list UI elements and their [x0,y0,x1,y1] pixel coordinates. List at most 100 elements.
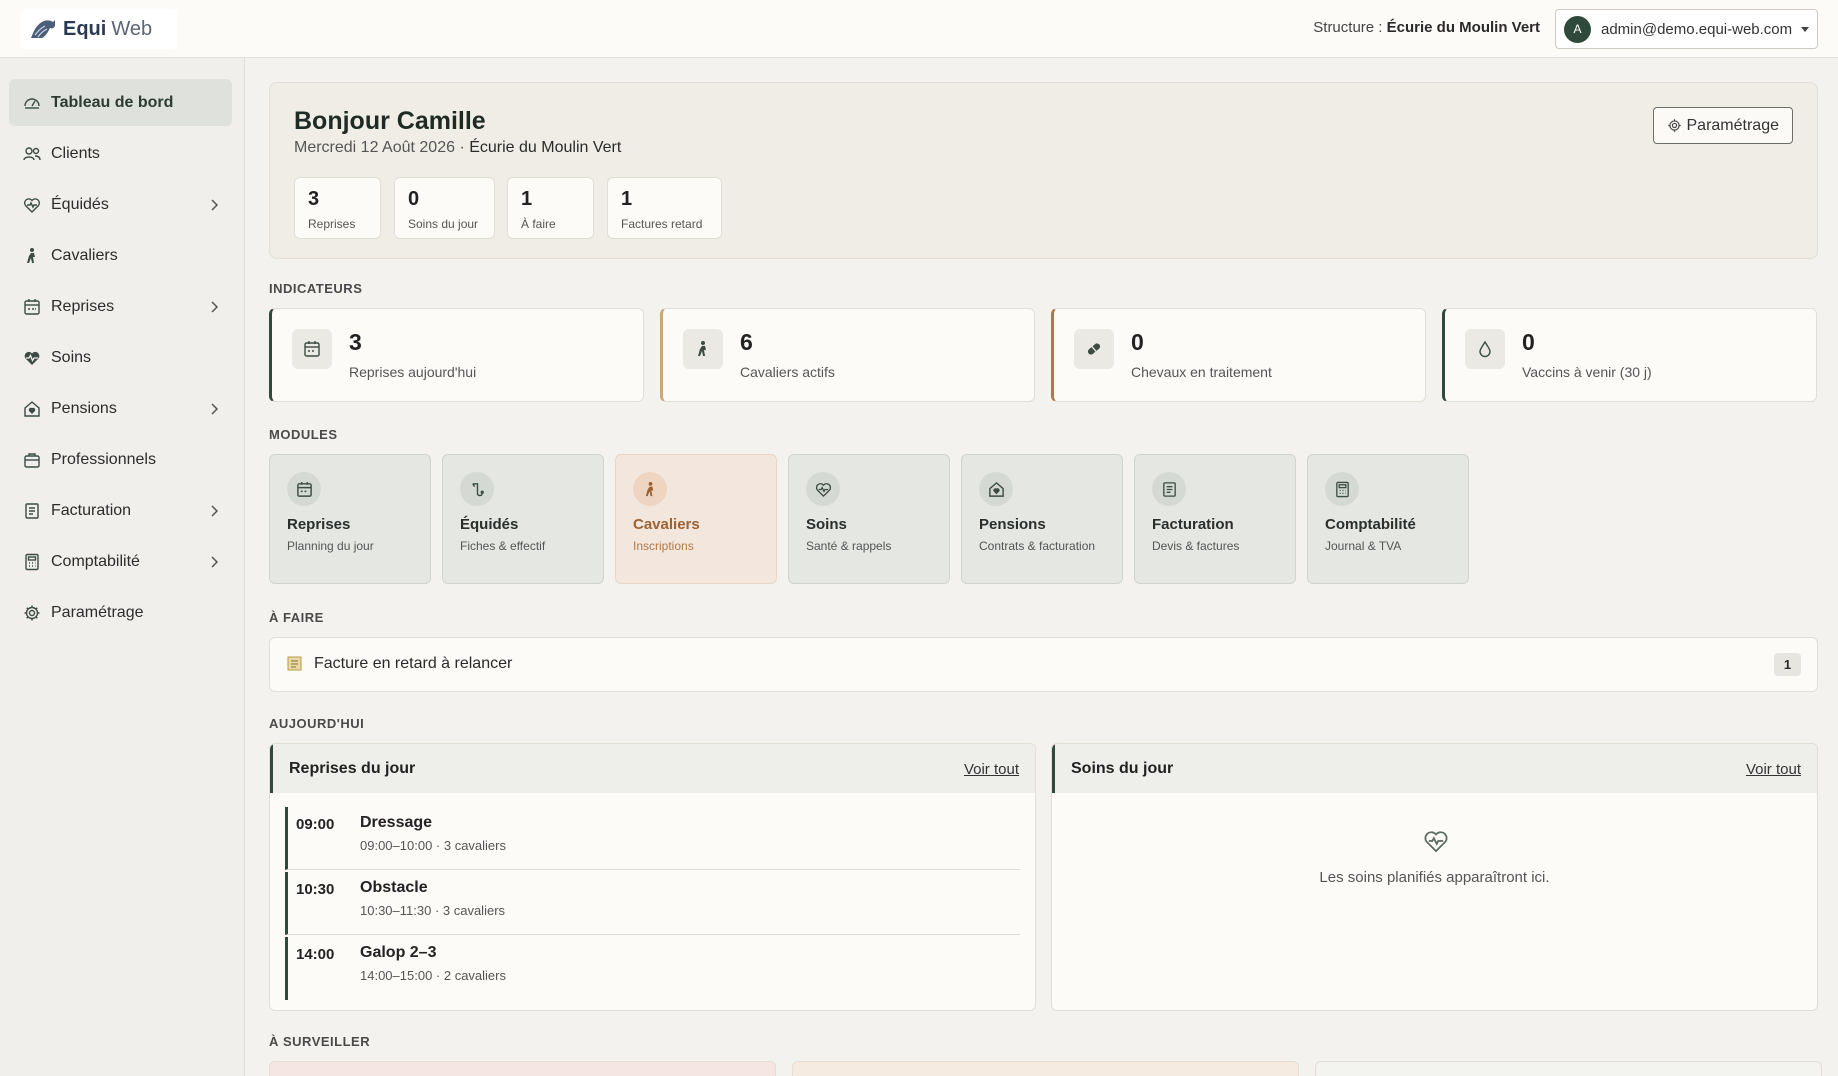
horse-icon [471,482,484,496]
kpi-label: Vaccins à venir (30 j) [1522,364,1652,380]
chevron-right-icon [211,301,219,313]
account-email: admin@demo.equi-web.com [1601,20,1793,38]
kpi-value: 6 [740,329,753,355]
sidebar-item-parametrage[interactable]: Paramétrage [9,589,232,636]
todo-item[interactable]: Facture en retard à relancer 1 [269,637,1818,692]
panel-header: Soins du jour Voir tout [1052,744,1817,793]
house-heart-icon [24,400,40,417]
module-subtitle: Inscriptions [633,539,694,553]
page-title: Bonjour Camille [294,107,486,135]
sidebar-item-cavaliers[interactable]: Cavaliers [9,232,232,279]
chevron-down-icon [1801,27,1809,32]
calendar-icon [296,481,312,497]
module-reprises[interactable]: Reprises Planning du jour [269,454,431,584]
avatar: A [1564,15,1591,43]
sidebar-item-label: Pensions [51,399,117,417]
chevron-right-icon [211,199,219,211]
module-title: Comptabilité [1325,516,1416,533]
see-all-sessions-link[interactable]: Voir tout [964,761,1019,778]
module-title: Équidés [460,516,519,533]
invoice-icon [25,502,39,519]
sidebar-item-reprises[interactable]: Reprises [9,283,232,330]
users-icon [23,146,41,160]
module-subtitle: Fiches & effectif [460,539,546,553]
watch-card[interactable] [1315,1061,1822,1076]
horse-logo-icon [31,20,55,38]
kpi-reprises[interactable]: 3 Reprises aujourd'hui [269,308,644,402]
panel-header: Reprises du jour Voir tout [270,744,1035,793]
sidebar-item-comptabilite[interactable]: Comptabilité [9,538,232,585]
module-comptabilite[interactable]: Comptabilité Journal & TVA [1307,454,1469,584]
stat-a-faire[interactable]: 1 À faire [507,177,594,239]
kpi-icon [683,329,723,369]
welcome-structure: Écurie du Moulin Vert [469,139,622,156]
session-name: Galop 2–3 [360,944,437,961]
welcome-subtitle: Mercredi 12 Août 2026 · Écurie du Moulin… [294,139,621,157]
session-row[interactable]: 10:30 Obstacle 10:30–11:30 · 3 cavaliers [285,872,1020,935]
watch-title: À surveiller [269,1034,371,1049]
sidebar-item-label: Paramétrage [51,603,144,621]
see-all-care-link[interactable]: Voir tout [1746,761,1801,778]
settings-button-label: Paramétrage [1686,116,1780,134]
welcome-card: Bonjour Camille Mercredi 12 Août 2026 · … [269,82,1818,259]
calendar-icon [304,341,320,357]
stat-value: 1 [621,188,633,210]
sidebar-item-clients[interactable]: Clients [9,130,232,177]
stat-value: 3 [308,188,320,210]
module-title: Soins [806,516,847,533]
drop-icon [1479,340,1491,358]
module-subtitle: Planning du jour [287,539,374,553]
module-soins[interactable]: Soins Santé & rappels [788,454,950,584]
sidebar-item-professionnels[interactable]: Professionnels [9,436,232,483]
module-title: Cavaliers [633,516,700,533]
kpi-cavaliers[interactable]: 6 Cavaliers actifs [660,308,1035,402]
stat-label: À faire [521,217,556,231]
session-name: Dressage [360,814,433,831]
todo-label: Facture en retard à relancer [314,655,513,672]
stat-reprises[interactable]: 3 Reprises [294,177,381,239]
kpi-traitement[interactable]: 0 Chevaux en traitement [1051,308,1426,402]
kpi-icon [1465,329,1505,369]
sidebar-item-pensions[interactable]: Pensions [9,385,232,432]
sidebar-item-label: Comptabilité [51,552,140,570]
structure-name: Écurie du Moulin Vert [1386,19,1540,36]
session-time: 14:00 [296,946,335,963]
session-time: 09:00 [296,816,335,833]
care-panel: Soins du jour Voir tout Les soins planif… [1051,743,1818,1011]
module-icon [979,472,1013,506]
dashboard-icon [24,97,40,109]
watch-card[interactable] [269,1061,776,1076]
module-icon [460,472,494,506]
session-row[interactable]: 09:00 Dressage 09:00–10:00 · 3 cavaliers [285,807,1020,870]
settings-button[interactable]: Paramétrage [1652,107,1793,144]
watch-card[interactable] [792,1061,1299,1076]
module-facturation[interactable]: Facturation Devis & factures [1134,454,1296,584]
module-cavaliers[interactable]: Cavaliers Inscriptions [615,454,777,584]
todo-title: À faire [269,610,324,625]
stat-label: Factures retard [621,217,703,231]
structure-label: Structure : [1313,19,1383,36]
main-content: Bonjour Camille Mercredi 12 Août 2026 · … [245,58,1838,1076]
kpi-value: 0 [1131,329,1144,355]
account-menu[interactable]: A admin@demo.equi-web.com [1555,9,1818,49]
sidebar-item-label: Équidés [51,195,109,213]
stat-factures-retard[interactable]: 1 Factures retard [607,177,722,239]
session-row[interactable]: 14:00 Galop 2–3 14:00–15:00 · 2 cavalier… [285,937,1020,1000]
sidebar-item-label: Cavaliers [51,246,118,264]
sidebar-item-label: Reprises [51,297,115,315]
sidebar-item-equides[interactable]: Équidés [9,181,232,228]
module-pensions[interactable]: Pensions Contrats & facturation [961,454,1123,584]
sidebar-item-tableau-de-bord[interactable]: Tableau de bord [9,79,232,126]
sidebar-item-soins[interactable]: Soins [9,334,232,381]
kpi-vaccins[interactable]: 0 Vaccins à venir (30 j) [1442,308,1817,402]
chevron-right-icon [211,556,219,568]
invoice-icon [287,656,302,671]
sessions-panel: Reprises du jour Voir tout 09:00 Dressag… [269,743,1036,1011]
module-equides[interactable]: Équidés Fiches & effectif [442,454,604,584]
session-meta: 09:00–10:00 · 3 cavaliers [360,838,506,853]
sidebar-item-facturation[interactable]: Facturation [9,487,232,534]
stat-soins[interactable]: 0 Soins du jour [394,177,495,239]
app-logo[interactable]: Equi Web [20,9,177,49]
session-time: 10:30 [296,881,335,898]
sidebar-item-label: Facturation [51,501,132,519]
